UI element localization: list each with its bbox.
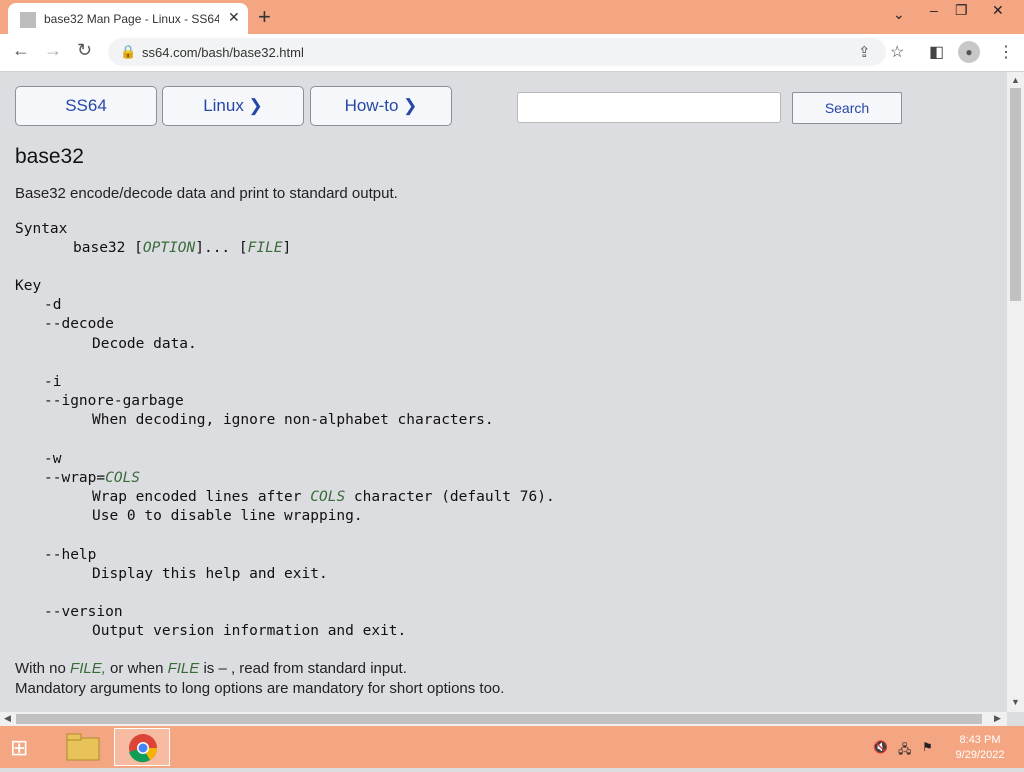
lock-icon: 🔒: [120, 44, 137, 59]
syntax-end-text: ]: [282, 240, 292, 256]
option-wrap-arg: COLS: [105, 470, 141, 486]
footer1-b: or when: [105, 660, 168, 677]
vertical-scroll-thumb[interactable]: [1010, 88, 1021, 301]
search-input[interactable]: [517, 92, 781, 123]
chrome-icon: [129, 734, 157, 763]
key-label: Key: [15, 278, 42, 294]
tab-search-chevron-icon[interactable]: ⌄: [893, 6, 905, 23]
footer1-file2-arg: FILE: [167, 660, 200, 677]
new-tab-button[interactable]: +: [258, 4, 271, 30]
syntax-command: base32 [OPTION]... [FILE]: [73, 240, 291, 256]
side-panel-icon[interactable]: ◧: [929, 42, 944, 62]
option-i: -i: [44, 374, 62, 390]
option-wrap: --wrap=COLS: [44, 470, 140, 486]
option-wrap-description-1: Wrap encoded lines after COLS character …: [92, 489, 555, 505]
windows-start-icon[interactable]: ⊞: [10, 735, 28, 761]
horizontal-scrollbar[interactable]: ◀ ▶: [0, 712, 1007, 726]
reload-icon[interactable]: ↻: [77, 40, 92, 61]
nav-howto-button[interactable]: How-to ❯: [310, 86, 452, 126]
page-description: Base32 encode/decode data and print to s…: [15, 185, 398, 202]
clock-time: 8:43 PM: [959, 734, 1001, 746]
footer1-file-arg: FILE,: [70, 660, 106, 677]
tab-title: base32 Man Page - Linux - SS64.: [44, 12, 219, 26]
close-window-button[interactable]: ✕: [992, 2, 1004, 19]
browser-tab[interactable]: base32 Man Page - Linux - SS64. ✕: [8, 3, 248, 34]
url-text[interactable]: ss64.com/bash/base32.html: [142, 45, 304, 60]
folder-icon: [66, 733, 100, 761]
address-toolbar: ← → ↻ 🔒 ss64.com/bash/base32.html ⇪ ☆ ◧ …: [0, 34, 1024, 72]
nav-ss64-button[interactable]: SS64: [15, 86, 157, 126]
footer1-c: is – , read from standard input.: [199, 660, 407, 677]
page-title: base32: [15, 145, 84, 168]
syntax-label: Syntax: [15, 221, 68, 237]
scroll-up-icon[interactable]: ▲: [1011, 75, 1020, 85]
footer1-a: With no: [15, 660, 71, 677]
profile-avatar[interactable]: ●: [958, 41, 980, 63]
option-help-description: Display this help and exit.: [92, 566, 328, 582]
wrap-desc-arg: COLS: [310, 489, 346, 505]
page-content: SS64 Linux ❯ How-to ❯ Search base32 Base…: [0, 72, 1007, 712]
minimize-button[interactable]: –: [930, 2, 938, 18]
option-wrap-text: --wrap=: [44, 470, 106, 486]
option-w: -w: [44, 451, 62, 467]
option-wrap-description-2: Use 0 to disable line wrapping.: [92, 508, 363, 524]
footer-line-1: With no FILE, or when FILE is – , read f…: [15, 660, 407, 677]
menu-kebab-icon[interactable]: ⋮: [998, 42, 1014, 62]
option-decode: --decode: [44, 316, 114, 332]
syntax-mid-text: ]... [: [195, 240, 248, 256]
scroll-down-icon[interactable]: ▼: [1011, 697, 1020, 707]
omnibox[interactable]: 🔒 ss64.com/bash/base32.html ⇪: [108, 38, 886, 66]
scroll-right-icon[interactable]: ▶: [994, 713, 1001, 724]
share-icon[interactable]: ⇪: [858, 43, 871, 61]
option-decode-description: Decode data.: [92, 336, 197, 352]
option-version: --version: [44, 604, 123, 620]
chrome-taskbar-button[interactable]: [114, 728, 170, 766]
syntax-option-arg: OPTION: [142, 240, 196, 256]
clock-date: 9/29/2022: [955, 749, 1005, 761]
vertical-scrollbar[interactable]: ▲ ▼: [1007, 72, 1024, 712]
wrap-desc-b: character (default 76).: [345, 489, 555, 505]
option-ignore-garbage: --ignore-garbage: [44, 393, 184, 409]
browser-tab-bar: base32 Man Page - Linux - SS64. ✕ + ⌄ – …: [0, 0, 1024, 34]
tab-close-icon[interactable]: ✕: [228, 9, 240, 26]
favicon-icon: [20, 12, 36, 28]
back-arrow-icon[interactable]: ←: [12, 40, 30, 61]
wrap-desc-a: Wrap encoded lines after: [92, 489, 311, 505]
bookmark-star-icon[interactable]: ☆: [890, 42, 904, 62]
scroll-left-icon[interactable]: ◀: [4, 713, 11, 724]
volume-muted-icon[interactable]: 🔇: [873, 740, 888, 754]
search-button[interactable]: Search: [792, 92, 902, 124]
forward-arrow-icon[interactable]: →: [44, 40, 62, 61]
option-ignore-description: When decoding, ignore non-alphabet chara…: [92, 412, 494, 428]
restore-button[interactable]: ❐: [955, 2, 968, 19]
os-taskbar: ⊞ 🔇 🖧 ⚑ 8:43 PM 9/29/2022: [0, 726, 1024, 768]
file-explorer-icon[interactable]: [56, 728, 112, 766]
syntax-file-arg: FILE: [247, 240, 283, 256]
nav-linux-button[interactable]: Linux ❯: [162, 86, 304, 126]
network-icon[interactable]: 🖧: [898, 740, 911, 761]
option-help: --help: [44, 547, 97, 563]
option-d: -d: [44, 297, 62, 313]
footer-line-2: Mandatory arguments to long options are …: [15, 680, 505, 697]
horizontal-scroll-thumb[interactable]: [16, 714, 982, 724]
system-clock[interactable]: 8:43 PM 9/29/2022: [944, 733, 1016, 763]
action-center-flag-icon[interactable]: ⚑: [922, 740, 933, 754]
syntax-cmd-text: base32 [: [73, 240, 143, 256]
option-version-description: Output version information and exit.: [92, 623, 407, 639]
